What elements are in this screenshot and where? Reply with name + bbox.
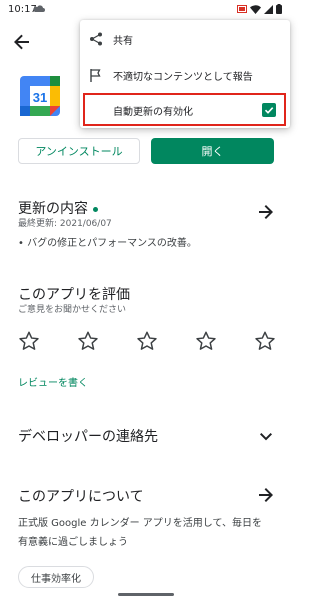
signal-icon — [264, 4, 273, 14]
status-icons — [237, 4, 282, 14]
about-app-title[interactable]: このアプリについて — [18, 486, 144, 506]
status-bar: 10:17 — [0, 0, 292, 20]
menu-item-report[interactable]: 不適切なコンテンツとして報告 — [80, 58, 290, 92]
share-icon — [89, 32, 103, 46]
cast-icon — [237, 4, 247, 13]
flag-icon — [89, 68, 103, 82]
rate-app-title: このアプリを評価 — [18, 287, 130, 303]
arrow-forward-icon[interactable] — [258, 487, 274, 503]
menu-share-label: 共有 — [113, 35, 133, 47]
highlight-box — [83, 93, 286, 126]
about-description-line2: 有意義に過ごしましょう — [18, 537, 128, 548]
whats-new-body: • バグの修正とパフォーマンスの改善。 — [18, 238, 197, 249]
chevron-down-icon[interactable] — [258, 428, 274, 444]
uninstall-button[interactable]: アンインストール — [18, 138, 140, 164]
last-updated-date: 最終更新: 2021/06/07 — [18, 219, 112, 229]
category-chip[interactable]: 仕事効率化 — [18, 566, 94, 588]
calendar-day-number: 31 — [33, 90, 47, 105]
about-description-line1: 正式版 Google カレンダー アプリを活用して、毎日を — [18, 518, 262, 529]
star-icon[interactable] — [136, 330, 158, 352]
menu-report-label: 不適切なコンテンツとして報告 — [113, 71, 253, 83]
whats-new-title: 更新の内容 — [18, 201, 88, 217]
wifi-icon — [250, 4, 261, 14]
battery-icon — [276, 4, 282, 14]
developer-contact-title[interactable]: デベロッパーの連絡先 — [18, 426, 158, 446]
star-icon[interactable] — [254, 330, 276, 352]
menu-item-share[interactable]: 共有 — [80, 22, 290, 56]
write-review-link[interactable]: レビューを書く — [18, 374, 88, 389]
star-icon[interactable] — [77, 330, 99, 352]
calendar-app-icon: 31 — [20, 76, 60, 116]
whats-new-heading[interactable]: 更新の内容 — [18, 198, 98, 218]
back-button[interactable] — [8, 28, 36, 56]
arrow-back-icon — [14, 34, 29, 50]
arrow-forward-icon[interactable] — [258, 204, 274, 220]
star-rating — [18, 330, 276, 352]
home-indicator[interactable] — [118, 593, 174, 596]
star-icon[interactable] — [195, 330, 217, 352]
cloud-icon — [33, 5, 45, 12]
new-indicator-dot — [93, 206, 98, 212]
open-button[interactable]: 開く — [151, 138, 274, 164]
star-icon[interactable] — [18, 330, 40, 352]
rate-app-subtitle: ご意見をお聞かせください — [18, 305, 127, 315]
